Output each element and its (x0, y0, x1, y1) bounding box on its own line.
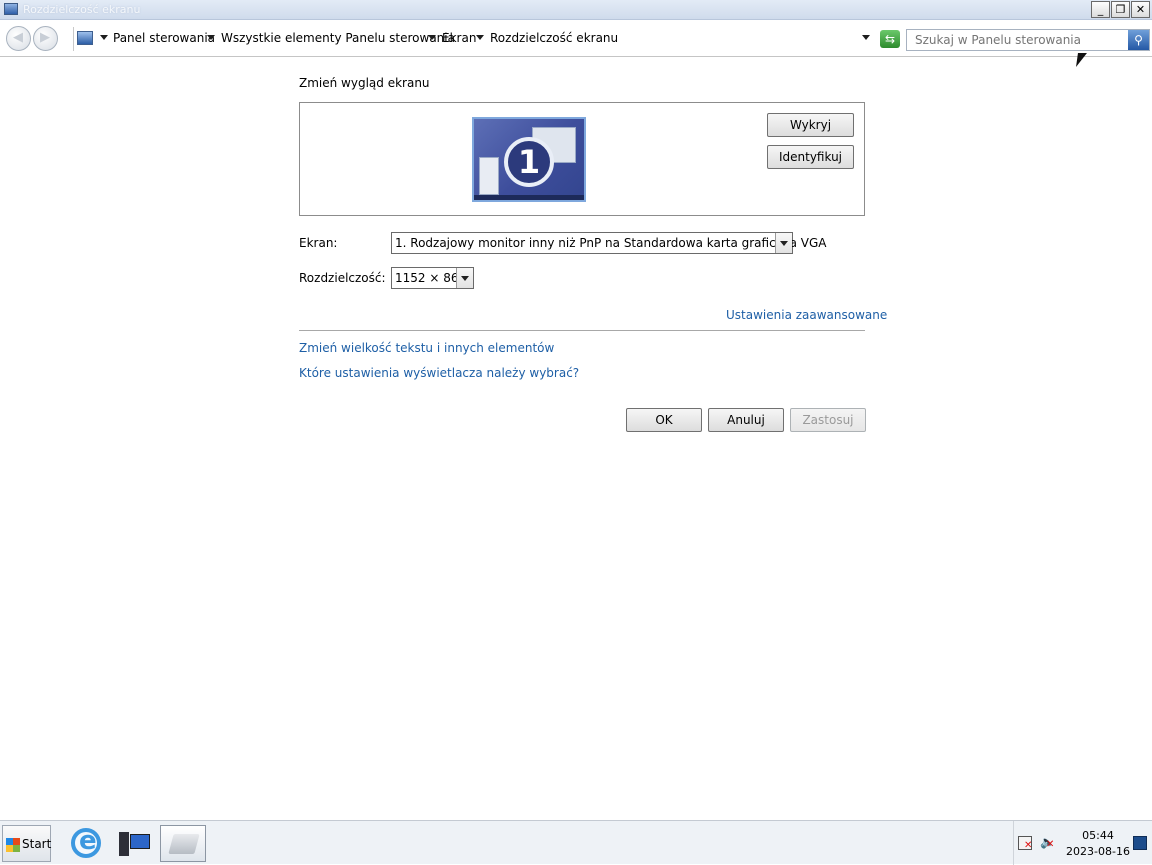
breadcrumb-screen-resolution[interactable]: Rozdzielczość ekranu (490, 31, 618, 45)
resolution-label: Rozdzielczość: (299, 271, 386, 285)
navigation-bar: ◀ ▶ Panel sterowania Wszystkie elementy … (0, 21, 1152, 57)
system-tray: 🔈 05:44 2023-08-16 (1013, 821, 1152, 865)
breadcrumb-dropdown-icon[interactable] (100, 35, 108, 40)
breadcrumb-dropdown-icon[interactable] (207, 35, 215, 40)
advanced-settings-link[interactable]: Ustawienia zaawansowane (726, 308, 887, 322)
taskbar-server-manager[interactable] (111, 825, 157, 862)
display-select-value: 1. Rodzajowy monitor inny niż PnP na Sta… (395, 236, 827, 250)
monitor-1-thumbnail[interactable]: 1 (472, 117, 586, 202)
refresh-icon: ⇆ (884, 32, 896, 46)
minimize-button[interactable]: _ (1091, 1, 1110, 18)
cancel-button[interactable]: Anuluj (708, 408, 784, 432)
window-title: Rozdzielczość ekranu (23, 3, 141, 16)
preview-window-shape (479, 157, 499, 195)
clock-time[interactable]: 05:44 (1070, 829, 1126, 842)
taskbar: Start 🔈 05:44 2023-08-16 (0, 820, 1152, 865)
forward-button[interactable]: ▶ (33, 26, 58, 51)
forward-arrow-icon: ▶ (40, 30, 50, 45)
breadcrumb-display[interactable]: Ekran (442, 31, 476, 45)
chevron-down-icon[interactable] (456, 268, 473, 288)
control-panel-icon (77, 31, 93, 45)
monitor-number: 1 (504, 137, 554, 187)
internet-explorer-icon (71, 826, 101, 858)
monitor-preview-area: 1 Wykryj Identyfikuj (299, 102, 865, 216)
display-settings-app-icon (4, 3, 18, 15)
breadcrumb-control-panel[interactable]: Panel sterowania (113, 31, 215, 45)
back-button[interactable]: ◀ (6, 26, 31, 51)
detect-button[interactable]: Wykryj (767, 113, 854, 137)
start-button[interactable]: Start (2, 825, 51, 862)
mouse-cursor-icon (1076, 53, 1087, 67)
chevron-down-icon[interactable] (775, 233, 792, 253)
address-bar[interactable]: Panel sterowania Wszystkie elementy Pane… (73, 27, 875, 51)
identify-button[interactable]: Identyfikuj (767, 145, 854, 169)
server-manager-icon (119, 830, 151, 856)
back-arrow-icon: ◀ (13, 30, 23, 45)
start-label: Start (22, 837, 52, 851)
page-heading: Zmień wygląd ekranu (299, 76, 430, 90)
ok-button[interactable]: OK (626, 408, 702, 432)
address-history-dropdown-icon[interactable] (862, 35, 870, 40)
close-button[interactable]: ✕ (1131, 1, 1150, 18)
text-size-link[interactable]: Zmień wielkość tekstu i innych elementów (299, 341, 554, 355)
control-panel-icon (168, 834, 200, 854)
display-select[interactable]: 1. Rodzajowy monitor inny niż PnP na Sta… (391, 232, 826, 254)
taskbar-internet-explorer[interactable] (62, 825, 108, 862)
breadcrumb-dropdown-icon[interactable] (476, 35, 484, 40)
windows-logo-icon (6, 838, 20, 852)
refresh-button[interactable]: ⇆ (880, 30, 900, 48)
search-input[interactable] (907, 30, 1127, 50)
display-help-link[interactable]: Które ustawienia wyświetlacza należy wyb… (299, 366, 579, 380)
apply-button[interactable]: Zastosuj (790, 408, 866, 432)
clock-date[interactable]: 2023-08-16 (1064, 845, 1132, 858)
taskbar-control-panel[interactable] (160, 825, 206, 862)
breadcrumb-dropdown-icon[interactable] (428, 35, 436, 40)
volume-muted-icon[interactable]: 🔈 (1040, 835, 1055, 851)
maximize-button[interactable]: ❐ (1111, 1, 1130, 18)
search-box[interactable]: ⚲ (906, 29, 1150, 51)
search-icon[interactable]: ⚲ (1128, 30, 1149, 50)
show-desktop-icon[interactable] (1133, 836, 1147, 850)
divider (299, 330, 865, 331)
resolution-select[interactable]: 1152 × 864 (391, 267, 474, 289)
preview-taskbar-shape (474, 195, 584, 200)
title-bar: Rozdzielczość ekranu _ ❐ ✕ (0, 0, 1152, 20)
network-disconnected-icon[interactable] (1018, 836, 1032, 851)
display-label: Ekran: (299, 236, 338, 250)
breadcrumb-all-items[interactable]: Wszystkie elementy Panelu sterowania (221, 31, 455, 45)
